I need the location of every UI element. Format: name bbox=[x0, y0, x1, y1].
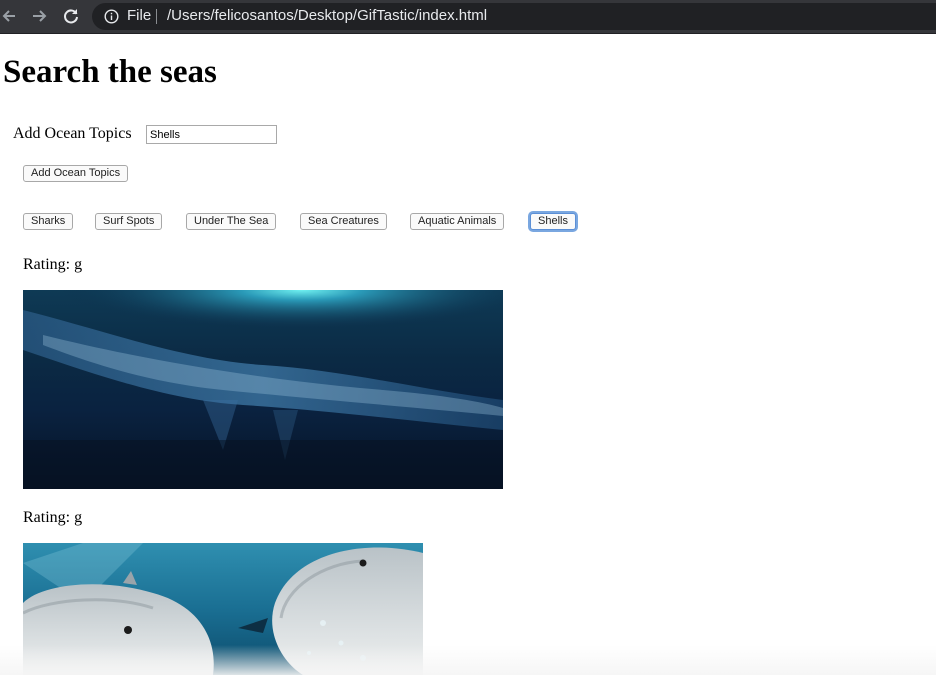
topic-button-sea-creatures[interactable]: Sea Creatures bbox=[300, 213, 387, 230]
file-scheme-label: File bbox=[127, 7, 152, 24]
topic-button-sharks[interactable]: Sharks bbox=[23, 213, 74, 230]
page-title: Search the seas bbox=[3, 54, 217, 90]
topic-button-under-the-sea[interactable]: Under The Sea bbox=[186, 213, 277, 230]
dolphins-gif[interactable] bbox=[23, 543, 423, 675]
reload-icon[interactable] bbox=[61, 6, 81, 26]
topic-button-aquatic-animals[interactable]: Aquatic Animals bbox=[410, 213, 505, 230]
underwater-wave-gif[interactable] bbox=[23, 290, 503, 489]
add-topic-label: Add Ocean Topics bbox=[13, 125, 132, 142]
info-icon[interactable] bbox=[104, 9, 119, 24]
add-topic-button[interactable]: Add Ocean Topics bbox=[23, 165, 129, 182]
topic-button-shells[interactable]: Shells bbox=[530, 213, 576, 230]
url-text[interactable]: /Users/felicosantos/Desktop/GifTastic/in… bbox=[167, 7, 487, 24]
omnibox-divider bbox=[156, 9, 157, 24]
forward-arrow-icon[interactable] bbox=[29, 6, 49, 26]
gif-rating: Rating: g bbox=[23, 509, 83, 526]
topic-input[interactable] bbox=[146, 125, 277, 144]
gif-rating: Rating: g bbox=[23, 256, 83, 273]
browser-toolbar: File /Users/felicosantos/Desktop/GifTast… bbox=[0, 0, 936, 34]
topic-button-surf-spots[interactable]: Surf Spots bbox=[95, 213, 163, 230]
back-arrow-icon[interactable] bbox=[0, 6, 20, 26]
